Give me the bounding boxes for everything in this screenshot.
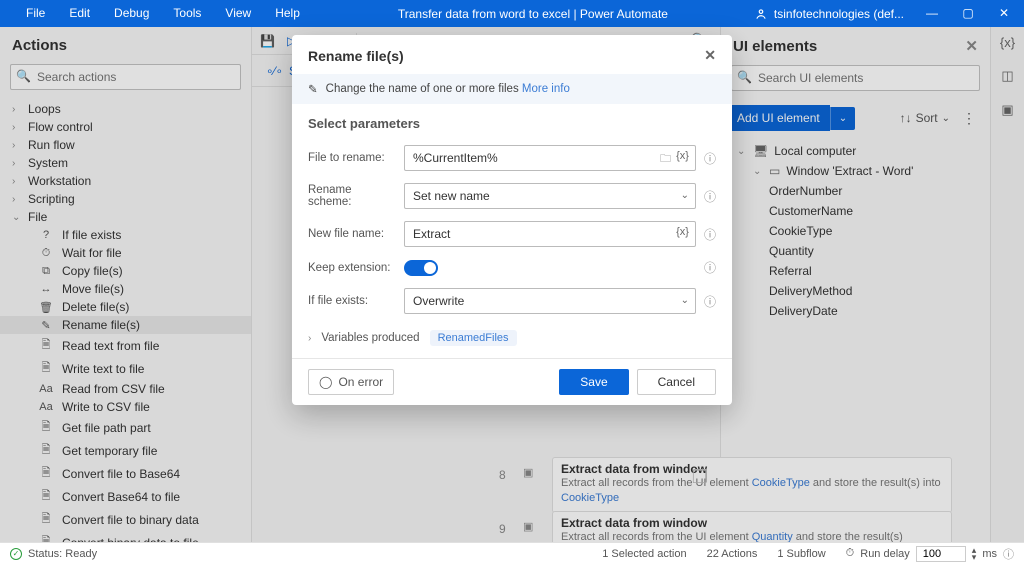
ok-icon: ✓ — [10, 548, 22, 560]
stepper-icon[interactable]: ▴▾ — [972, 547, 977, 561]
chevron-down-icon: ⌄ — [681, 295, 689, 306]
label-file-to-rename: File to rename: — [308, 152, 396, 164]
menu-edit[interactable]: Edit — [57, 0, 102, 27]
info-icon[interactable]: ⓘ — [704, 150, 716, 167]
account-picker[interactable]: tsinfotechnologies (def... — [754, 7, 910, 21]
file-picker-icon[interactable]: 🗀 — [660, 150, 671, 169]
menu-file[interactable]: File — [14, 0, 57, 27]
status-subflows: 1 Subflow — [777, 548, 825, 560]
rundelay-label: Run delay — [860, 548, 910, 560]
status-ready: Status: Ready — [28, 548, 97, 560]
menu-view[interactable]: View — [213, 0, 263, 27]
file-to-rename-input[interactable]: %CurrentItem% 🗀 {x} — [404, 145, 696, 171]
more-info-link[interactable]: More info — [522, 83, 570, 95]
rename-icon: ✎ — [308, 82, 318, 96]
status-bar: ✓ Status: Ready 1 Selected action 22 Acti… — [0, 542, 1024, 564]
window-title: Transfer data from word to excel | Power… — [312, 7, 754, 21]
label-keep-extension: Keep extension: — [308, 262, 396, 274]
chevron-right-icon[interactable]: › — [308, 333, 311, 344]
menu-debug[interactable]: Debug — [102, 0, 161, 27]
close-icon[interactable]: ✕ — [704, 47, 716, 64]
menu-help[interactable]: Help — [263, 0, 312, 27]
status-actions: 22 Actions — [707, 548, 758, 560]
menu-tools[interactable]: Tools — [161, 0, 213, 27]
info-icon[interactable]: ⓘ — [704, 188, 716, 205]
info-icon[interactable]: ⓘ — [704, 293, 716, 310]
account-label: tsinfotechnologies (def... — [774, 7, 904, 21]
menu-bar: File Edit Debug Tools View Help — [0, 0, 312, 27]
window-maximize[interactable]: ▢ — [954, 0, 982, 27]
info-icon[interactable]: ⓘ — [704, 226, 716, 243]
chevron-down-icon: ⌄ — [681, 190, 689, 201]
label-rename-scheme: Rename scheme: — [308, 184, 396, 208]
label-if-file-exists: If file exists: — [308, 295, 396, 307]
title-bar: File Edit Debug Tools View Help Transfer… — [0, 0, 1024, 27]
variable-icon[interactable]: {x} — [676, 226, 689, 238]
shield-icon: ◯ — [319, 375, 332, 389]
window-close[interactable]: ✕ — [990, 0, 1018, 27]
info-icon[interactable]: ⓘ — [704, 259, 716, 276]
status-info-icon[interactable]: ⓘ — [1003, 546, 1014, 562]
rename-scheme-select[interactable]: Set new name⌄ — [404, 183, 696, 209]
status-selected: 1 Selected action — [602, 548, 686, 560]
variable-icon[interactable]: {x} — [676, 150, 689, 162]
rundelay-icon: ⏱ — [846, 547, 855, 560]
label-new-file-name: New file name: — [308, 228, 396, 240]
dialog-help: Change the name of one or more files Mor… — [326, 83, 570, 95]
rename-files-dialog: Rename file(s) ✕ ✎ Change the name of on… — [292, 35, 732, 405]
window-minimize[interactable]: — — [918, 0, 946, 27]
variable-chip-renamedfiles[interactable]: RenamedFiles — [430, 330, 517, 346]
if-file-exists-select[interactable]: Overwrite⌄ — [404, 288, 696, 314]
modal-overlay: Rename file(s) ✕ ✎ Change the name of on… — [0, 27, 1024, 542]
section-header: Select parameters — [308, 116, 716, 139]
dialog-title: Rename file(s) — [308, 48, 404, 64]
rundelay-unit: ms — [982, 548, 997, 560]
save-button[interactable]: Save — [559, 369, 628, 395]
new-file-name-input[interactable]: Extract {x} — [404, 221, 696, 247]
variables-produced-label[interactable]: Variables produced — [321, 332, 419, 344]
rundelay-input[interactable] — [916, 546, 966, 562]
on-error-button[interactable]: ◯On error — [308, 369, 394, 395]
keep-extension-toggle[interactable] — [404, 260, 438, 276]
cancel-button[interactable]: Cancel — [637, 369, 716, 395]
